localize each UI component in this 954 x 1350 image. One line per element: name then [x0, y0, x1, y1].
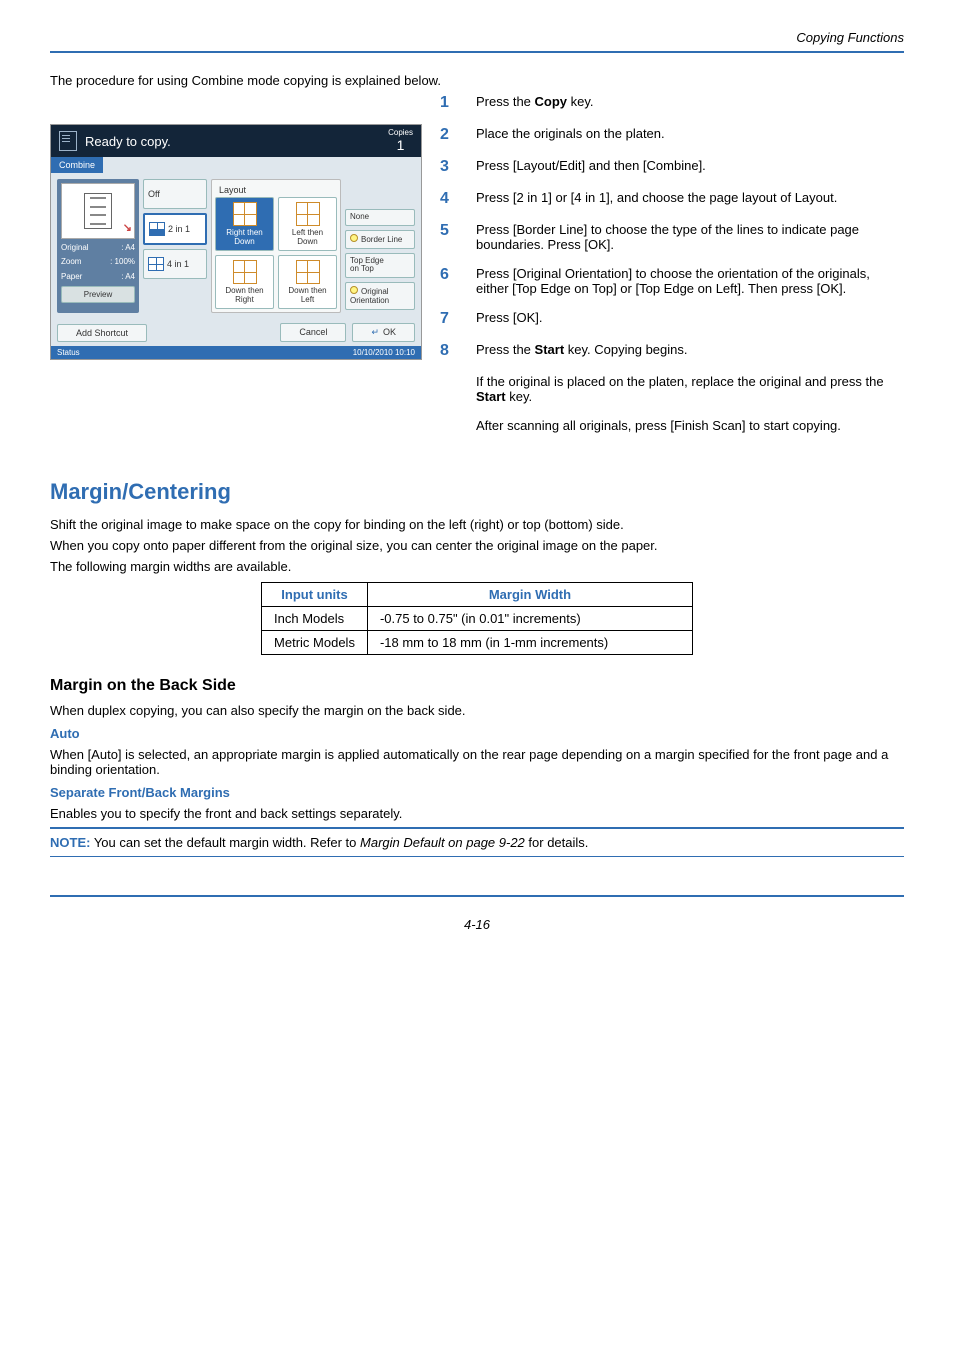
step-item: Place the originals on the platen. [440, 126, 904, 144]
step-item: Press [Border Line] to choose the type o… [440, 222, 904, 252]
add-shortcut-button[interactable]: Add Shortcut [57, 324, 147, 342]
option-4in1[interactable]: 4 in 1 [143, 249, 207, 279]
status-label: Status [57, 348, 80, 357]
table-row: Metric Models-18 mm to 18 mm (in 1-mm in… [262, 631, 693, 655]
separate-margins-p: Enables you to specify the front and bac… [50, 806, 904, 821]
section-margin-centering: Margin/Centering [50, 479, 904, 505]
option-off[interactable]: Off [143, 179, 207, 209]
layout-left-then-down[interactable]: Left then Down [278, 197, 337, 251]
step-item: Press [2 in 1] or [4 in 1], and choose t… [440, 190, 904, 208]
layout-title: Layout [215, 183, 337, 197]
margin-p2: When you copy onto paper different from … [50, 538, 904, 553]
layout-right-then-down[interactable]: Right then Down [215, 197, 274, 251]
step-followup: After scanning all originals, press [Fin… [440, 418, 904, 433]
auto-title: Auto [50, 726, 904, 741]
step-item: Press [Layout/Edit] and then [Combine]. [440, 158, 904, 176]
th-margin-width: Margin Width [367, 583, 692, 607]
grid-4-icon [148, 257, 164, 271]
th-input-units: Input units [262, 583, 368, 607]
touch-panel: Ready to copy. Copies 1 Combine ↘ Orig [50, 124, 422, 360]
margin-p1: Shift the original image to make space o… [50, 517, 904, 532]
thumbnail-area: ↘ Original: A4 Zoom: 100% Paper: A4 Prev… [57, 179, 139, 313]
margin-back-p: When duplex copying, you can also specif… [50, 703, 904, 718]
step-item: Press the Start key. Copying begins. [440, 342, 904, 360]
page-number: 4-16 [50, 917, 904, 932]
table-row: Inch Models-0.75 to 0.75" (in 0.01" incr… [262, 607, 693, 631]
option-2in1[interactable]: 2 in 1 [143, 213, 207, 245]
header-rule [50, 51, 904, 53]
layout-down-then-left[interactable]: Down then Left [278, 255, 337, 309]
steps-list: Press the Copy key. Place the originals o… [440, 94, 904, 360]
step-item: Press [Original Orientation] to choose t… [440, 266, 904, 296]
status-timestamp: 10/10/2010 10:10 [353, 348, 415, 357]
border-none[interactable]: None [345, 209, 415, 226]
layout-group: Layout Right then Down Left then Down [211, 179, 341, 313]
step-followup: If the original is placed on the platen,… [440, 374, 904, 404]
cancel-button[interactable]: Cancel [280, 323, 346, 342]
note-line: NOTE: You can set the default margin wid… [50, 835, 904, 850]
thumbnail-preview: ↘ [61, 183, 135, 239]
grid-2-icon [149, 222, 165, 236]
layout-down-then-right[interactable]: Down then Right [215, 255, 274, 309]
panel-ready-text: Ready to copy. [85, 134, 171, 149]
margin-p3: The following margin widths are availabl… [50, 559, 904, 574]
margin-table: Input units Margin Width Inch Models-0.7… [261, 582, 693, 655]
margin-back-title: Margin on the Back Side [50, 677, 904, 695]
running-head: Copying Functions [50, 30, 904, 51]
copies-value: 1 [388, 138, 413, 153]
orientation-button[interactable]: Original Orientation [345, 282, 415, 310]
separate-margins-title: Separate Front/Back Margins [50, 785, 904, 800]
auto-p: When [Auto] is selected, an appropriate … [50, 747, 904, 777]
ok-button[interactable]: ↵OK [352, 323, 415, 342]
preview-button[interactable]: Preview [61, 286, 135, 303]
copy-doc-icon [59, 131, 77, 151]
step-item: Press the Copy key. [440, 94, 904, 112]
intro-text: The procedure for using Combine mode cop… [50, 73, 904, 88]
top-edge-button[interactable]: Top Edge on Top [345, 253, 415, 279]
border-line-button[interactable]: Border Line [345, 230, 415, 249]
panel-tab-combine[interactable]: Combine [51, 157, 103, 173]
step-item: Press [OK]. [440, 310, 904, 328]
